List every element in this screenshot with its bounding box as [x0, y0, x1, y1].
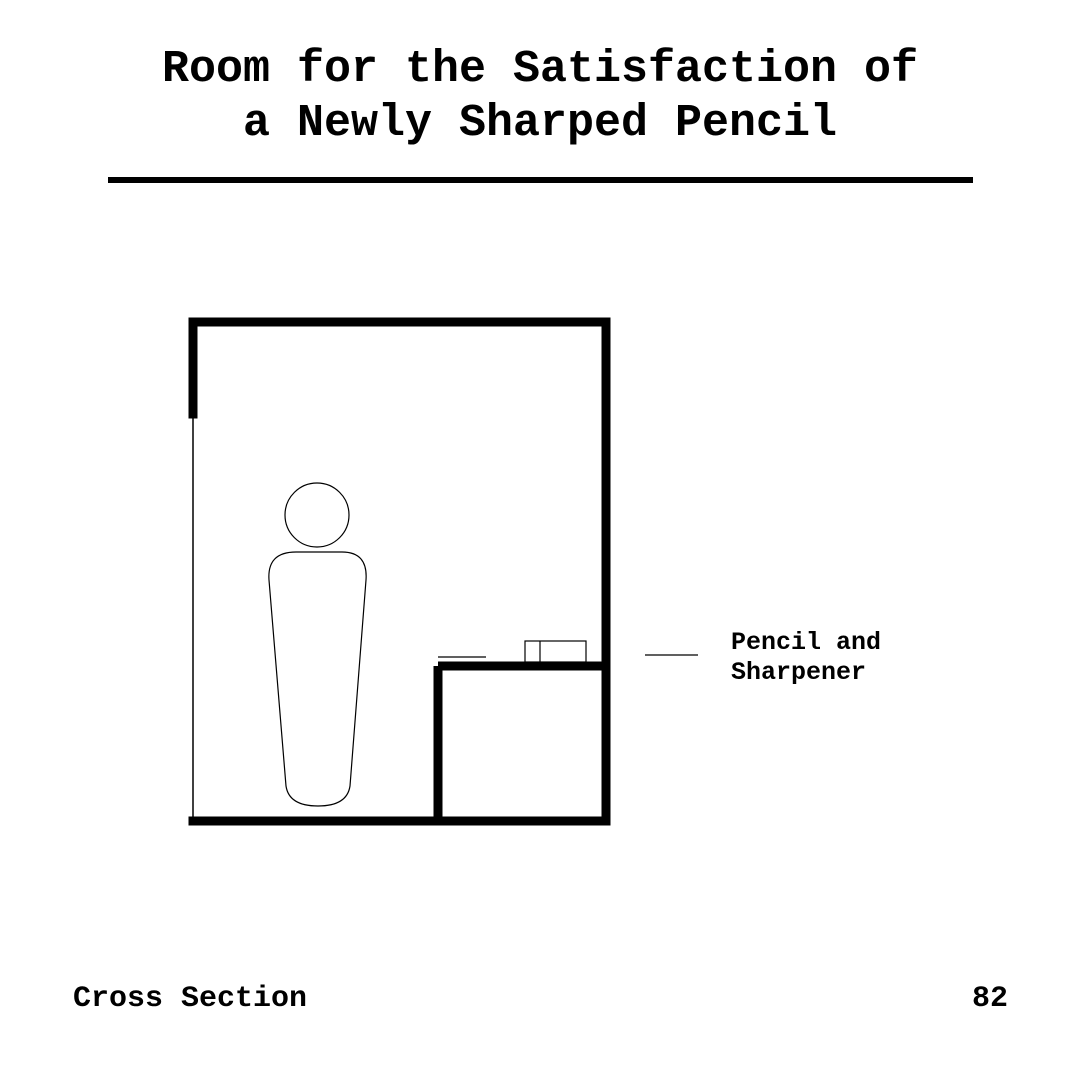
callout-line-2: Sharpener: [731, 658, 867, 687]
desk: [433, 661, 606, 821]
room-cross-section-drawing: [188, 317, 698, 826]
pencil-and-sharpener: [438, 640, 587, 663]
figure-body: [268, 551, 367, 807]
view-label: Cross Section: [73, 982, 308, 1016]
sharpener: [524, 640, 587, 663]
page-number: 82: [971, 982, 1008, 1016]
figure-head: [284, 482, 350, 548]
callout-line-1: Pencil and: [731, 628, 882, 657]
human-figure: [268, 482, 367, 807]
room-walls: [188, 317, 611, 826]
callout-pencil-and-sharpener: Pencil and Sharpener: [731, 628, 881, 688]
